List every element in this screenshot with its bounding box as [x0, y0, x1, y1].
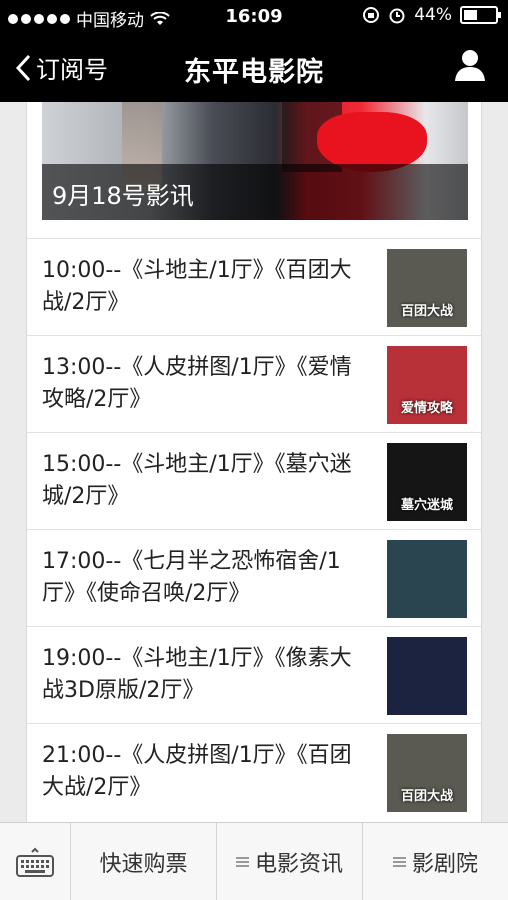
movie-poster-thumbnail — [387, 540, 467, 618]
poster-title: 爱情攻略 — [400, 401, 453, 416]
poster-title: 墓穴迷城 — [400, 498, 453, 513]
article-card: 9月18号影讯 10:00--《斗地主/1厅》《百团大战/2厅》 百团大战 13… — [26, 102, 482, 822]
bottom-menu-bar: 快速购票 电影资讯 影剧院 — [0, 822, 508, 900]
schedule-row[interactable]: 19:00--《斗地主/1厅》《像素大战3D原版/2厅》 — [27, 626, 481, 723]
movie-poster-thumbnail: 百团大战 — [387, 734, 467, 812]
movie-poster-thumbnail: 百团大战 — [387, 249, 467, 327]
battery-percent: 44% — [414, 5, 452, 25]
keyboard-toggle-button[interactable] — [0, 823, 70, 900]
tab-theater[interactable]: 影剧院 — [362, 823, 508, 900]
rotation-lock-icon — [363, 7, 380, 23]
movie-poster-thumbnail: 墓穴迷城 — [387, 443, 467, 521]
tab-quick-ticket[interactable]: 快速购票 — [70, 823, 216, 900]
battery-icon — [460, 6, 501, 24]
schedule-row[interactable]: 15:00--《斗地主/1厅》《墓穴迷城/2厅》 墓穴迷城 — [27, 432, 481, 529]
menu-lines-icon — [235, 856, 249, 867]
schedule-text: 21:00--《人皮拼图/1厅》《百团大战/2厅》 — [42, 743, 352, 800]
movie-poster-thumbnail — [387, 637, 467, 715]
poster-title: 百团大战 — [400, 789, 453, 804]
page-title: 东平电影院 — [184, 57, 324, 88]
schedule-text: 15:00--《斗地主/1厅》《墓穴迷城/2厅》 — [42, 452, 352, 509]
tab-label: 影剧院 — [411, 851, 478, 877]
schedule-text: 19:00--《斗地主/1厅》《像素大战3D原版/2厅》 — [42, 646, 352, 703]
movie-poster-thumbnail: 爱情攻略 — [387, 346, 467, 424]
user-profile-icon[interactable] — [454, 48, 486, 82]
schedule-text: 17:00--《七月半之恐怖宿舍/1厅》《使命召唤/2厅》 — [42, 549, 341, 606]
schedule-row[interactable]: 21:00--《人皮拼图/1厅》《百团大战/2厅》 百团大战 — [27, 723, 481, 820]
schedule-text: 10:00--《斗地主/1厅》《百团大战/2厅》 — [42, 258, 352, 315]
alarm-icon — [389, 8, 405, 24]
battery-fill — [464, 10, 478, 20]
schedule-row[interactable]: 10:00--《斗地主/1厅》《百团大战/2厅》 百团大战 — [27, 238, 481, 335]
status-bar: 中国移动 16:09 44% — [0, 0, 508, 32]
tab-label: 电影资讯 — [254, 851, 343, 877]
schedule-list: 10:00--《斗地主/1厅》《百团大战/2厅》 百团大战 13:00--《人皮… — [27, 238, 481, 820]
hero-caption: 9月18号影讯 — [42, 164, 468, 220]
hero-image[interactable]: 9月18号影讯 — [42, 102, 468, 220]
tab-movie-news[interactable]: 电影资讯 — [216, 823, 362, 900]
schedule-text: 13:00--《人皮拼图/1厅》《爱情攻略/2厅》 — [42, 355, 352, 412]
schedule-row[interactable]: 17:00--《七月半之恐怖宿舍/1厅》《使命召唤/2厅》 — [27, 529, 481, 626]
tab-label: 快速购票 — [99, 851, 188, 877]
menu-lines-icon — [392, 856, 406, 867]
poster-title: 百团大战 — [400, 304, 453, 319]
status-right: 44% — [362, 5, 501, 25]
keyboard-icon — [16, 847, 54, 877]
schedule-row[interactable]: 13:00--《人皮拼图/1厅》《爱情攻略/2厅》 爱情攻略 — [27, 335, 481, 432]
nav-bar: 订阅号 东平电影院 — [0, 32, 508, 102]
